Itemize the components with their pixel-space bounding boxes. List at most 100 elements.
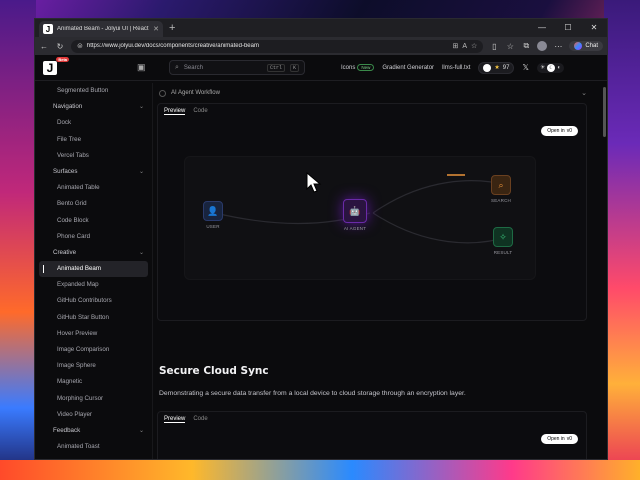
moon-icon[interactable]: ☾ — [547, 63, 556, 72]
sidebar-item-animated-table[interactable]: Animated Table — [39, 180, 148, 196]
tab-code[interactable]: Code — [193, 108, 207, 114]
sidebar-item-github-star-button[interactable]: GitHub Star Button — [39, 310, 148, 326]
v0-icon: v0 — [566, 128, 572, 134]
sidebar-section-surfaces[interactable]: Surfaces ⌄ — [39, 164, 148, 180]
favorites-icon[interactable]: ☆ — [505, 42, 515, 51]
demo-tabs: Preview Code — [158, 104, 586, 118]
minimize-icon[interactable]: — — [529, 19, 555, 37]
chevron-down-icon: ⌄ — [581, 90, 587, 97]
node-user-label: USER — [206, 224, 220, 229]
new-tab-icon[interactable]: + — [169, 22, 175, 34]
node-result: ✧ RESULT — [493, 227, 513, 255]
sidebar-item-label: Segmented Button — [57, 87, 109, 94]
new-badge: New — [357, 63, 375, 71]
close-window-icon[interactable]: ✕ — [581, 19, 607, 37]
theme-toggle[interactable]: ☀ ☾ ◐ — [536, 62, 564, 73]
sidebar-item-label: Dock — [57, 119, 72, 127]
sidebar-item-label: Animated Table — [57, 184, 100, 192]
site-favicon-icon: J — [43, 24, 53, 34]
sidebar-item-animated-beam[interactable]: Animated Beam — [39, 261, 148, 278]
icons-link[interactable]: Icons New — [341, 63, 375, 71]
copilot-chat-button[interactable]: Chat — [569, 41, 603, 51]
sidebar-item-morphing-cursor[interactable]: Morphing Cursor — [39, 391, 148, 407]
sidebar-item-label: Magnetic — [57, 378, 83, 386]
open-in-button[interactable]: Open in v0 — [541, 126, 578, 136]
sidebar-item-animated-toast[interactable]: Animated Toast — [39, 439, 148, 455]
sidebar-section-navigation[interactable]: Navigation ⌄ — [39, 99, 148, 115]
open-in-button-2[interactable]: Open in v0 — [541, 434, 578, 444]
sidebar-item-image-sphere[interactable]: Image Sphere — [39, 358, 148, 374]
more-menu-icon[interactable]: ⋯ — [553, 42, 563, 51]
animated-beam-demo: 👤 USER 🤖 AI AGENT ⌕ SEARCH ✧ RESULT — [184, 156, 536, 280]
gradient-generator-link[interactable]: Gradient Generator — [382, 65, 434, 71]
close-tab-icon[interactable]: ✕ — [153, 25, 159, 33]
sidebar-item-dock[interactable]: Dock — [39, 115, 148, 131]
extensions-icon[interactable]: ⊞ — [452, 42, 458, 50]
read-aloud-icon[interactable]: A — [462, 43, 467, 50]
copilot-icon — [574, 42, 583, 50]
x-twitter-icon[interactable]: 𝕏 — [522, 63, 528, 72]
sidebar-item-label: Feedback — [53, 426, 81, 434]
mouse-cursor-icon — [306, 172, 322, 193]
sidebar-item-phone-card[interactable]: Phone Card — [39, 229, 148, 245]
sidebar-item-file-tree[interactable]: File Tree — [39, 132, 148, 148]
back-icon[interactable]: ← — [39, 42, 49, 51]
search-input[interactable]: ⌕ Search Ctrl K — [169, 60, 305, 75]
sidebar-item-image-comparison[interactable]: Image Comparison — [39, 342, 148, 358]
sidebar-item-label: GitHub Contributors — [57, 297, 112, 305]
sidebar-item-label: Bento Grid — [57, 200, 87, 208]
sidebar-section-feedback[interactable]: Feedback ⌄ — [39, 423, 148, 439]
sidebar-item-code-block[interactable]: Code Block — [39, 213, 148, 229]
sidebar-item-hover-preview[interactable]: Hover Preview — [39, 326, 148, 342]
beta-badge: Beta — [56, 56, 69, 62]
split-screen-icon[interactable]: ▯ — [489, 42, 499, 51]
site-logo[interactable]: J Beta — [43, 56, 69, 75]
sidebar-item-label: Hover Preview — [57, 329, 98, 337]
favorite-star-icon[interactable]: ☆ — [471, 42, 477, 50]
magnifier-icon: ⌕ — [491, 175, 511, 195]
sidebar-item-label: File Tree — [57, 135, 82, 143]
profile-avatar[interactable] — [537, 41, 548, 51]
sidebar-item-animated-tooltip[interactable]: Animated Tooltip — [39, 455, 148, 459]
sidebar-item-bento-grid[interactable]: Bento Grid — [39, 196, 148, 212]
browser-tab[interactable]: J Animated Beam - Jolyui UI | React C ✕ — [39, 21, 163, 37]
sidebar-item-expanded-map[interactable]: Expanded Map — [39, 277, 148, 293]
chevron-down-icon: ⌄ — [138, 104, 144, 111]
sidebar-item-vercel-tabs[interactable]: Vercel Tabs — [39, 148, 148, 164]
site-header: J Beta ▣ ⌕ Search Ctrl K Icons New Gradie… — [35, 55, 607, 81]
node-ai-agent-label: AI AGENT — [343, 226, 367, 231]
refresh-icon[interactable]: ↻ — [55, 42, 65, 51]
llms-full-link[interactable]: llms-full.txt — [442, 65, 470, 71]
sidebar-section-creative[interactable]: Creative ⌄ — [39, 245, 148, 261]
chevron-down-icon: ⌄ — [138, 249, 144, 256]
sidebar-item-magnetic[interactable]: Magnetic — [39, 374, 148, 390]
desktop-wallpaper-left — [0, 0, 36, 480]
github-icon — [483, 63, 492, 72]
address-bar[interactable]: ⊜ https://www.jolyui.dev/docs/components… — [71, 39, 484, 53]
sidebar-item-video-player[interactable]: Video Player — [39, 407, 148, 423]
maximize-icon[interactable]: ☐ — [555, 19, 581, 37]
sidebar-item-label: Code Block — [57, 216, 89, 224]
sidebar-item-github-contributors[interactable]: GitHub Contributors — [39, 293, 148, 309]
demo-panel-cloud-sync: Preview Code Open in v0 — [157, 411, 587, 459]
collections-icon[interactable]: ⧉ — [521, 41, 531, 51]
scrollbar-thumb[interactable] — [603, 87, 606, 137]
search-placeholder: Search — [183, 64, 203, 71]
tab-preview[interactable]: Preview — [164, 108, 186, 115]
browser-window: J Animated Beam - Jolyui UI | React C ✕ … — [34, 18, 608, 460]
user-icon: 👤 — [203, 201, 223, 221]
site-info-icon[interactable]: ⊜ — [77, 42, 83, 50]
sidebar-item-label: Creative — [53, 248, 77, 256]
tab-code-2[interactable]: Code — [193, 416, 207, 422]
sidebar-item-label: Morphing Cursor — [57, 394, 104, 402]
sidebar-item-segmented-button[interactable]: Segmented Button — [39, 83, 148, 99]
tab-bar: J Animated Beam - Jolyui UI | React C ✕ … — [35, 19, 607, 37]
github-star-button[interactable]: ★ 97 — [478, 61, 515, 74]
workflow-accordion-header[interactable]: AI Agent Workflow ⌄ — [159, 85, 587, 101]
chat-label: Chat — [585, 43, 598, 49]
tab-preview-2[interactable]: Preview — [164, 416, 186, 423]
sidebar-toggle-icon[interactable]: ▣ — [137, 62, 146, 73]
sun-icon[interactable]: ☀ — [540, 64, 545, 71]
scrollbar[interactable] — [602, 83, 607, 143]
system-theme-icon[interactable]: ◐ — [557, 65, 561, 71]
